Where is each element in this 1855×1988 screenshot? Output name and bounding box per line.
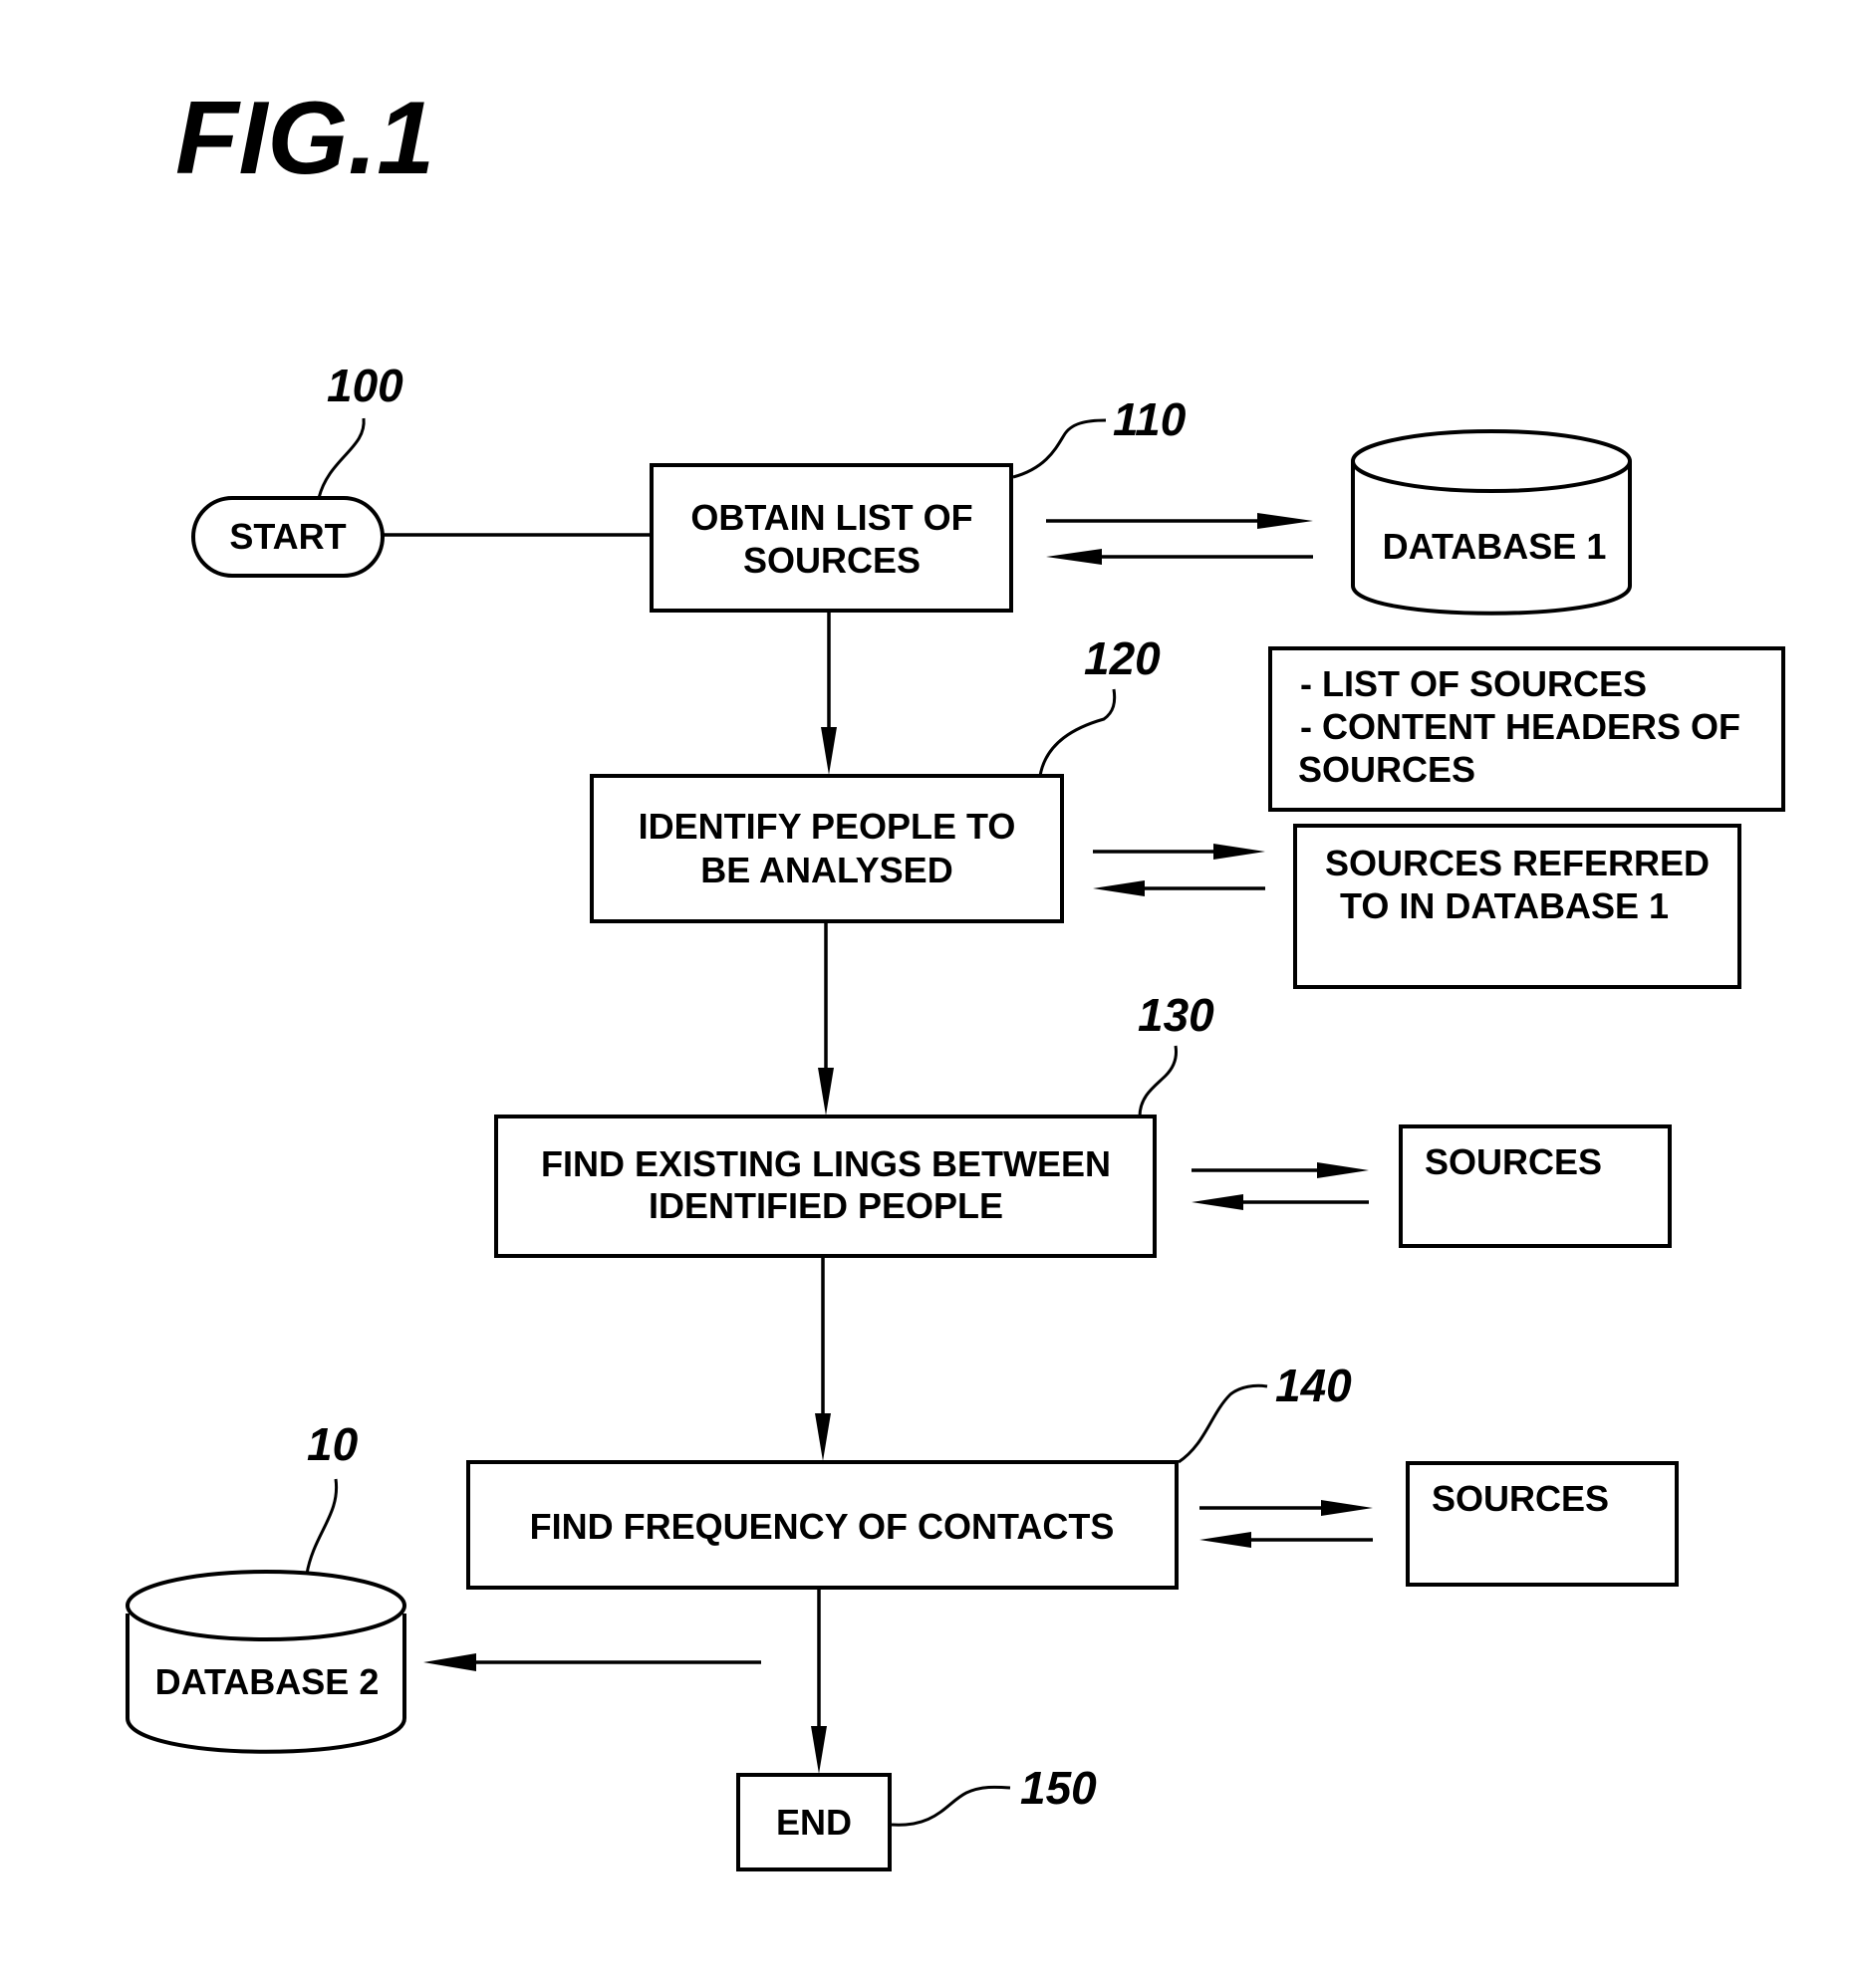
leader-line-120 xyxy=(1038,688,1117,777)
leader-line-10 xyxy=(305,1478,339,1575)
sources-referred-line-1: SOURCES REFERRED xyxy=(1325,843,1710,883)
arrowhead-right xyxy=(1317,1162,1369,1178)
db1-contents-line-2: - CONTENT HEADERS OF xyxy=(1300,706,1740,747)
arrowhead-left xyxy=(1046,549,1102,565)
step-120-box: IDENTIFY PEOPLE TO BE ANALYSED xyxy=(590,774,1064,923)
start-node: START xyxy=(191,496,385,578)
db1-contents-line-3: SOURCES xyxy=(1298,749,1475,790)
end-node: END xyxy=(736,1773,892,1871)
database-2-cylinder: DATABASE 2 xyxy=(126,1570,406,1754)
flowchart-diagram: FIG.1 START 100 OBTAIN LIST OF SOURCES 1… xyxy=(126,81,1785,1871)
sources-box-140: SOURCES xyxy=(1406,1461,1679,1587)
step-120-line-1: IDENTIFY PEOPLE TO xyxy=(639,806,1016,847)
process-box-110 xyxy=(650,463,1013,613)
leader-line-150 xyxy=(891,1785,1011,1827)
step-110-line-2: SOURCES xyxy=(743,540,921,581)
step-120-line-2: BE ANALYSED xyxy=(700,850,952,890)
leader-line-140 xyxy=(1178,1383,1268,1464)
leader-line-130 xyxy=(1138,1045,1178,1118)
database-2-top xyxy=(126,1570,406,1641)
leader-line-100 xyxy=(317,417,366,499)
start-label: START xyxy=(229,516,346,557)
arrowhead-left xyxy=(1093,880,1145,896)
ref-label-110: 110 xyxy=(1113,393,1187,445)
ref-label-130: 130 xyxy=(1138,989,1214,1041)
figure-title: FIG.1 xyxy=(175,81,434,196)
database-1-top xyxy=(1351,429,1632,493)
arrowhead-down xyxy=(815,1413,831,1461)
step-110-line-1: OBTAIN LIST OF xyxy=(690,497,972,538)
step-140-box: FIND FREQUENCY OF CONTACTS xyxy=(466,1460,1179,1590)
step-140-label: FIND FREQUENCY OF CONTACTS xyxy=(530,1506,1115,1547)
ref-label-10: 10 xyxy=(307,1418,359,1470)
database-1-cylinder: DATABASE 1 xyxy=(1351,429,1632,616)
end-label: END xyxy=(776,1802,852,1843)
sources-box-130: SOURCES xyxy=(1399,1124,1672,1248)
ref-label-120: 120 xyxy=(1084,632,1161,684)
arrowhead-left xyxy=(1192,1194,1243,1210)
step-130-box: FIND EXISTING LINGS BETWEEN IDENTIFIED P… xyxy=(494,1115,1157,1258)
arrowhead-left xyxy=(423,1653,476,1671)
sources-referred-line-2: TO IN DATABASE 1 xyxy=(1340,885,1669,926)
arrowhead-right xyxy=(1257,513,1313,529)
arrowhead-down xyxy=(811,1726,827,1774)
step-130-line-1: FIND EXISTING LINGS BETWEEN xyxy=(541,1143,1111,1184)
arrowhead-right xyxy=(1321,1500,1373,1516)
arrowhead-down xyxy=(818,1068,834,1116)
step-110-box: OBTAIN LIST OF SOURCES xyxy=(650,463,1013,613)
db1-contents-line-1: - LIST OF SOURCES xyxy=(1300,663,1647,704)
leader-line-110 xyxy=(1012,418,1107,479)
arrowhead-left xyxy=(1199,1532,1251,1548)
arrowhead-right xyxy=(1213,844,1265,860)
database-1-label: DATABASE 1 xyxy=(1383,526,1607,567)
sources-label-130: SOURCES xyxy=(1425,1141,1602,1182)
sources-referred-box: SOURCES REFERRED TO IN DATABASE 1 xyxy=(1293,824,1741,989)
ref-label-100: 100 xyxy=(327,360,403,411)
step-130-line-2: IDENTIFIED PEOPLE xyxy=(649,1185,1003,1226)
database-2-label: DATABASE 2 xyxy=(155,1661,380,1702)
arrowhead-down xyxy=(821,727,837,775)
sources-label-140: SOURCES xyxy=(1432,1478,1609,1519)
process-box-120 xyxy=(590,774,1064,923)
ref-label-150: 150 xyxy=(1020,1762,1097,1814)
ref-label-140: 140 xyxy=(1275,1360,1352,1411)
db1-contents-box: - LIST OF SOURCES - CONTENT HEADERS OF S… xyxy=(1268,646,1785,812)
